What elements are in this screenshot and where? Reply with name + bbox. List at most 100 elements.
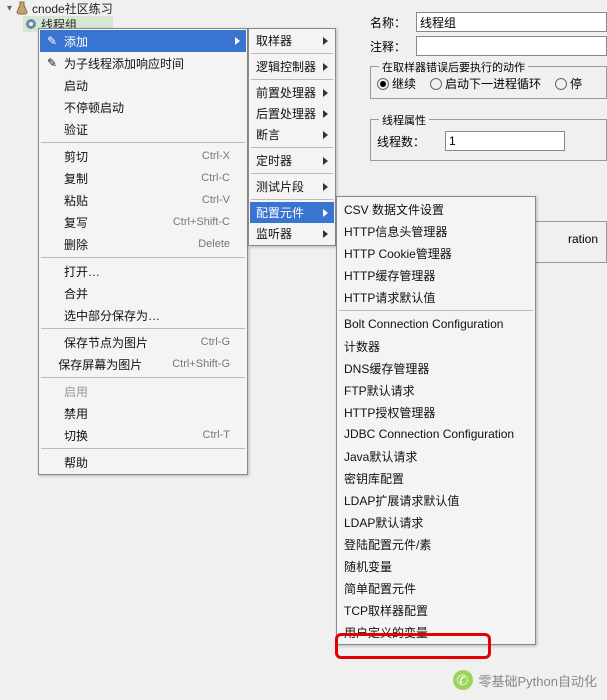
menu-validate-label: 验证 xyxy=(64,121,230,138)
config-item[interactable]: CSV 数据文件设置 xyxy=(338,198,534,220)
config-item[interactable]: 随机变量 xyxy=(338,555,534,577)
watermark: ✆ 零基础Python自动化 xyxy=(453,670,597,690)
wechat-icon: ✆ xyxy=(453,670,473,690)
menu-disable[interactable]: 禁用 xyxy=(40,402,246,424)
tree-root-label: cnode社区练习 xyxy=(32,0,113,17)
threads-input[interactable] xyxy=(445,131,565,151)
menu-save-node-img[interactable]: 保存节点为图片 Ctrl-G xyxy=(40,331,246,353)
submenu-logic[interactable]: 逻辑控制器 xyxy=(250,56,334,77)
menu-separator xyxy=(41,257,245,258)
menu-add-label: 添加 xyxy=(64,33,230,50)
menu-think-time[interactable]: ✎ 为子线程添加响应时间 xyxy=(40,52,246,74)
menu-help-label: 帮助 xyxy=(64,454,230,471)
menu-separator xyxy=(251,147,333,148)
pencil-icon: ✎ xyxy=(44,33,60,49)
menu-enable-label: 启用 xyxy=(64,383,230,400)
radio-start-next[interactable]: 启动下一进程循环 xyxy=(430,75,541,92)
menu-start-no-pause-label: 不停顿启动 xyxy=(64,99,230,116)
config-item[interactable]: HTTP授权管理器 xyxy=(338,401,534,423)
menu-merge[interactable]: 合并 xyxy=(40,282,246,304)
chevron-right-icon xyxy=(323,157,328,165)
menu-save-selection[interactable]: 选中部分保存为… xyxy=(40,304,246,326)
clock-wand-icon: ✎ xyxy=(44,55,60,71)
menu-paste-label: 粘贴 xyxy=(64,192,172,209)
menu-delete[interactable]: 删除 Delete xyxy=(40,233,246,255)
submenu-testfrag[interactable]: 测试片段 xyxy=(250,176,334,197)
menu-copy[interactable]: 复制 Ctrl-C xyxy=(40,167,246,189)
submenu-timer[interactable]: 定时器 xyxy=(250,150,334,171)
config-element-submenu: CSV 数据文件设置 HTTP信息头管理器 HTTP Cookie管理器 HTT… xyxy=(336,196,536,645)
menu-save-sel-label: 选中部分保存为… xyxy=(64,307,230,324)
radio-stop[interactable]: 停 xyxy=(555,75,582,92)
chevron-right-icon xyxy=(323,230,328,238)
submenu-sampler[interactable]: 取样器 xyxy=(250,30,334,51)
name-input[interactable] xyxy=(416,12,607,32)
submenu-assert[interactable]: 断言 xyxy=(250,124,334,145)
config-item[interactable]: LDAP扩展请求默认值 xyxy=(338,489,534,511)
menu-copy-label: 复制 xyxy=(64,170,171,187)
comment-label: 注释： xyxy=(370,38,410,55)
menu-separator xyxy=(41,448,245,449)
submenu-listener[interactable]: 监听器 xyxy=(250,223,334,244)
menu-start-no-pause[interactable]: 不停顿启动 xyxy=(40,96,246,118)
collapse-icon[interactable]: ▾ xyxy=(7,3,12,14)
menu-start-label: 启动 xyxy=(64,77,230,94)
config-item[interactable]: HTTP请求默认值 xyxy=(338,286,534,308)
config-item[interactable]: 登陆配置元件/素 xyxy=(338,533,534,555)
menu-paste[interactable]: 粘贴 Ctrl-V xyxy=(40,189,246,211)
menu-delete-shortcut: Delete xyxy=(198,238,230,250)
chevron-right-icon xyxy=(323,110,328,118)
menu-separator xyxy=(41,142,245,143)
menu-duplicate[interactable]: 复写 Ctrl+Shift-C xyxy=(40,211,246,233)
menu-delete-label: 删除 xyxy=(64,236,168,253)
submenu-post[interactable]: 后置处理器 xyxy=(250,103,334,124)
config-item[interactable]: JDBC Connection Configuration xyxy=(338,423,534,445)
config-item[interactable]: Bolt Connection Configuration xyxy=(338,313,534,335)
config-item-user-vars[interactable]: 用户定义的变量 xyxy=(338,621,534,643)
config-item[interactable]: DNS缓存管理器 xyxy=(338,357,534,379)
config-item[interactable]: 计数器 xyxy=(338,335,534,357)
menu-open-label: 打开… xyxy=(64,263,230,280)
config-item[interactable]: 密钥库配置 xyxy=(338,467,534,489)
config-item[interactable]: FTP默认请求 xyxy=(338,379,534,401)
menu-duplicate-shortcut: Ctrl+Shift-C xyxy=(173,216,230,228)
menu-toggle[interactable]: 切换 Ctrl-T xyxy=(40,424,246,446)
config-item[interactable]: HTTP缓存管理器 xyxy=(338,264,534,286)
menu-validate[interactable]: 验证 xyxy=(40,118,246,140)
menu-separator xyxy=(251,79,333,80)
menu-separator xyxy=(339,310,533,311)
config-item[interactable]: HTTP Cookie管理器 xyxy=(338,242,534,264)
sampler-error-legend: 在取样器错误后要执行的动作 xyxy=(379,59,528,75)
menu-toggle-shortcut: Ctrl-T xyxy=(203,429,231,441)
config-item[interactable]: Java默认请求 xyxy=(338,445,534,467)
chevron-right-icon xyxy=(323,183,328,191)
menu-help[interactable]: 帮助 xyxy=(40,451,246,473)
menu-separator xyxy=(41,328,245,329)
menu-disable-label: 禁用 xyxy=(64,405,230,422)
config-item[interactable]: TCP取样器配置 xyxy=(338,599,534,621)
menu-enable: 启用 xyxy=(40,380,246,402)
gear-icon xyxy=(23,16,39,32)
menu-duplicate-label: 复写 xyxy=(64,214,143,231)
menu-save-screen-img[interactable]: 保存屏幕为图片 Ctrl+Shift-G xyxy=(40,353,246,375)
menu-save-screen-img-label: 保存屏幕为图片 xyxy=(58,356,142,373)
add-submenu: 取样器 逻辑控制器 前置处理器 后置处理器 断言 定时器 测试片段 配置元件 监… xyxy=(248,28,336,246)
menu-start[interactable]: 启动 xyxy=(40,74,246,96)
menu-add[interactable]: ✎ 添加 xyxy=(40,30,246,52)
config-item[interactable]: LDAP默认请求 xyxy=(338,511,534,533)
menu-cut-shortcut: Ctrl-X xyxy=(202,150,230,162)
submenu-pre[interactable]: 前置处理器 xyxy=(250,82,334,103)
menu-think-time-label: 为子线程添加响应时间 xyxy=(64,55,230,72)
menu-paste-shortcut: Ctrl-V xyxy=(202,194,230,206)
radio-continue[interactable]: 继续 xyxy=(377,75,416,92)
menu-cut[interactable]: 剪切 Ctrl-X xyxy=(40,145,246,167)
comment-input[interactable] xyxy=(416,36,607,56)
submenu-config[interactable]: 配置元件 xyxy=(250,202,334,223)
chevron-right-icon xyxy=(323,209,328,217)
tree-root[interactable]: ▾ cnode社区练习 xyxy=(5,0,113,16)
config-item[interactable]: 简单配置元件 xyxy=(338,577,534,599)
menu-open[interactable]: 打开… xyxy=(40,260,246,282)
cutoff-text: ration xyxy=(568,232,598,246)
radio-continue-label: 继续 xyxy=(392,75,416,92)
config-item[interactable]: HTTP信息头管理器 xyxy=(338,220,534,242)
